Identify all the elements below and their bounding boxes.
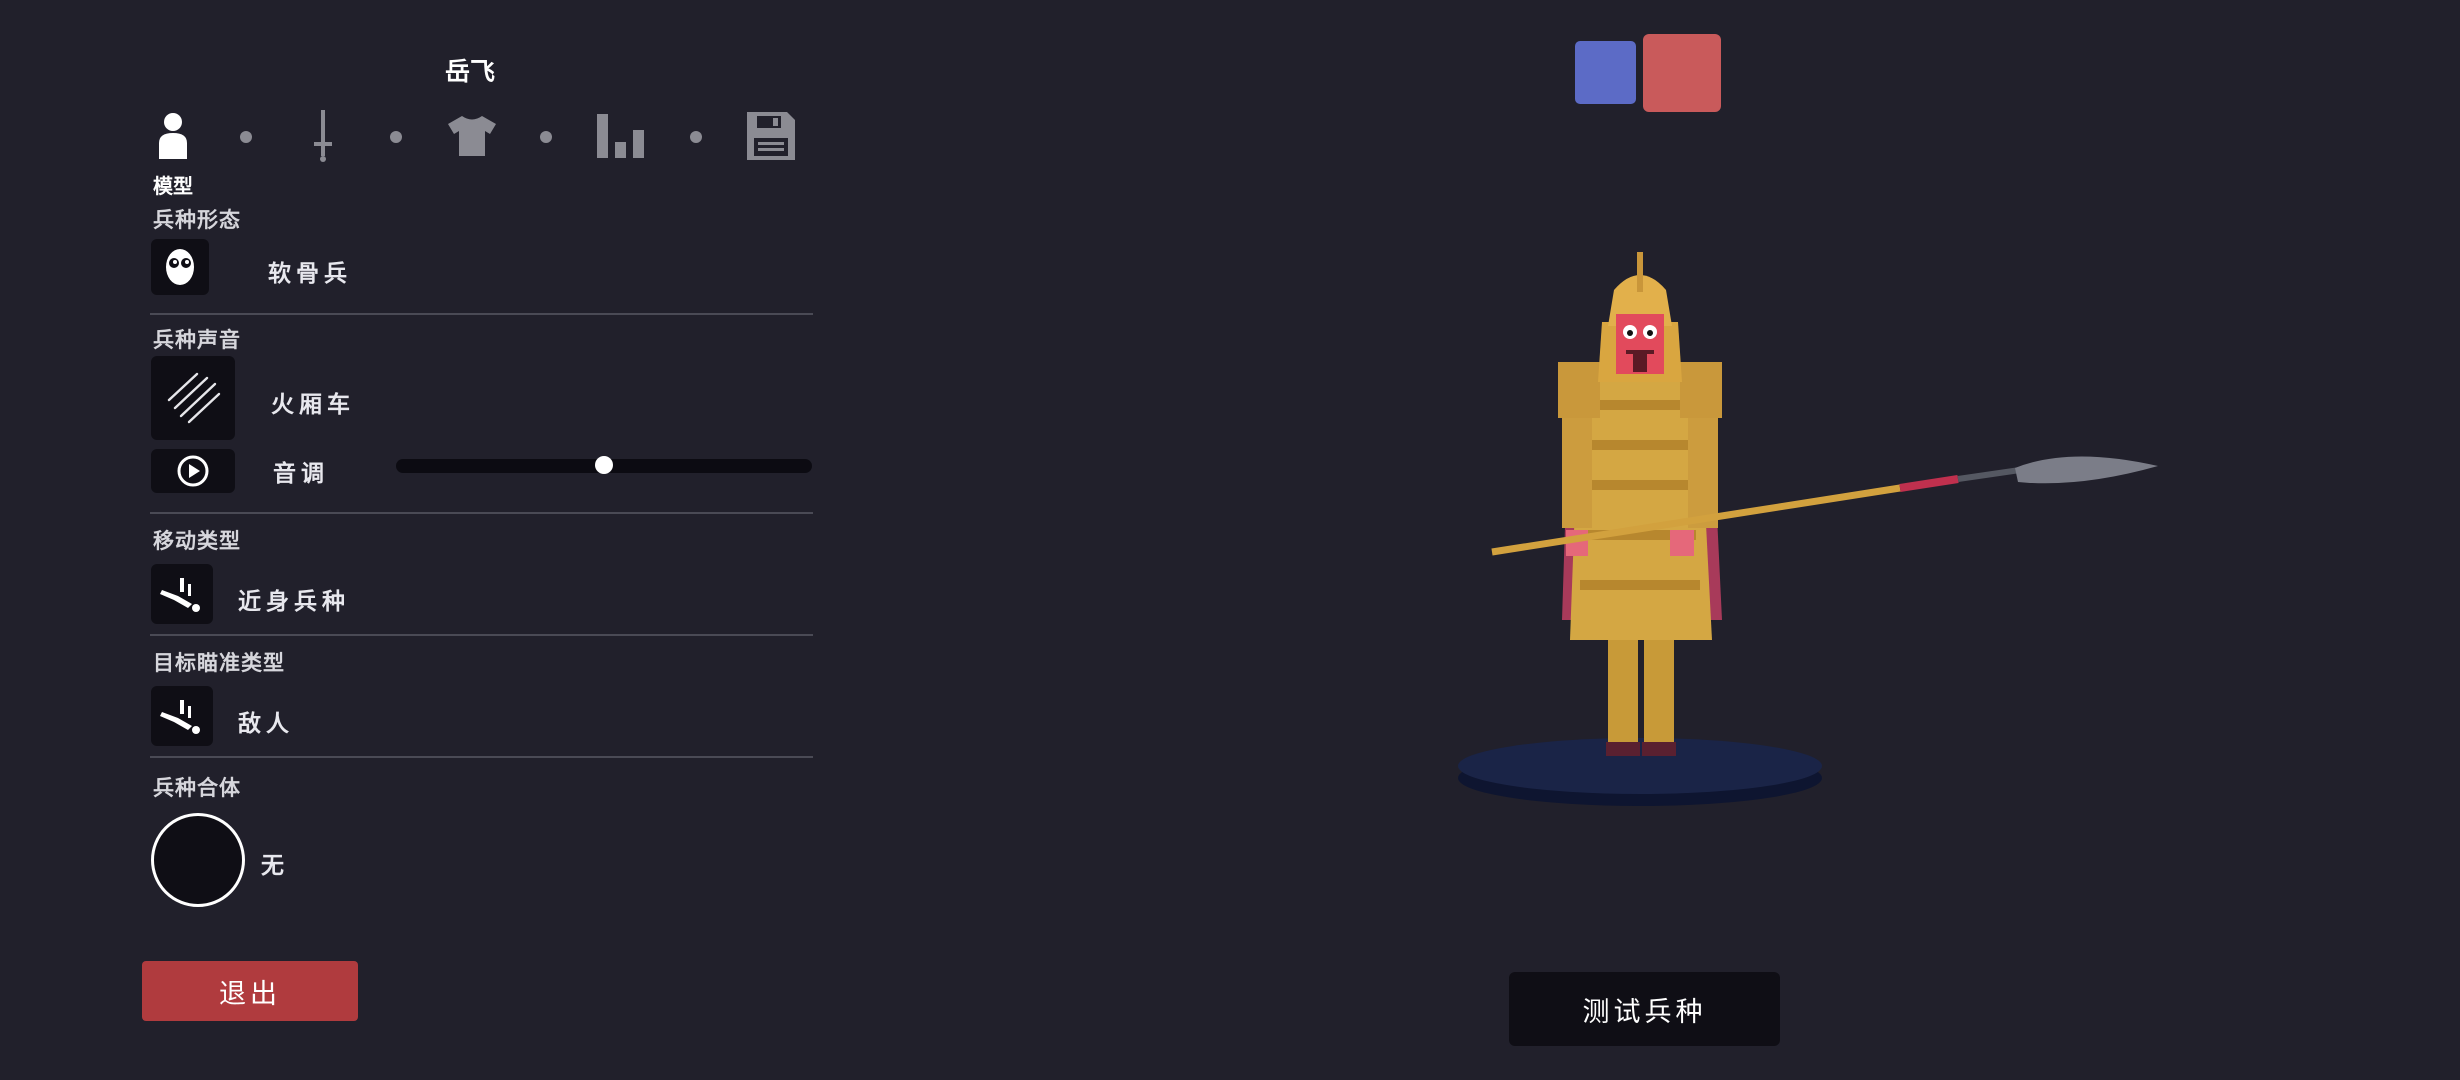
team-red-button[interactable] [1643, 34, 1721, 112]
step-clothing-tab[interactable] [444, 108, 500, 164]
divider [150, 512, 813, 514]
divider [150, 756, 813, 758]
divider [150, 313, 813, 315]
person-icon [159, 113, 187, 159]
pitch-label: 音调 [273, 461, 329, 487]
arrows-icon [167, 372, 221, 424]
body-type-button[interactable] [151, 239, 209, 295]
melee-fighter-icon [160, 578, 200, 612]
step-weapon-tab[interactable] [295, 108, 351, 164]
unit-name-title: 岳飞 [445, 57, 496, 86]
targeting-label: 目标瞄准类型 [153, 651, 285, 675]
face-icon [166, 249, 194, 285]
body-type-label: 兵种形态 [153, 208, 241, 232]
movement-button[interactable] [151, 564, 213, 624]
targeting-value: 敌人 [238, 711, 294, 737]
pitch-slider-handle[interactable] [595, 456, 613, 474]
target-enemy-icon [160, 700, 200, 734]
step-dot [240, 131, 252, 143]
test-unit-button[interactable]: 测试兵种 [1509, 972, 1780, 1046]
unit-model-illustration [1458, 252, 2158, 806]
shirt-icon [448, 116, 496, 156]
body-type-value: 软骨兵 [268, 261, 352, 287]
play-pitch-button[interactable] [151, 449, 235, 493]
sword-icon [314, 110, 332, 162]
bar-chart-icon [597, 114, 644, 158]
step-label-model: 模型 [153, 174, 193, 198]
voice-button[interactable] [151, 356, 235, 440]
combine-value: 无 [261, 853, 289, 879]
step-save-tab[interactable] [743, 108, 799, 164]
step-model-tab[interactable] [145, 108, 201, 164]
divider [150, 634, 813, 636]
save-icon [747, 112, 795, 160]
exit-button[interactable]: 退出 [142, 961, 358, 1021]
step-dot [390, 131, 402, 143]
voice-value: 火厢车 [271, 392, 355, 418]
movement-label: 移动类型 [153, 529, 241, 553]
step-dot [540, 131, 552, 143]
voice-label: 兵种声音 [153, 328, 241, 352]
combine-label: 兵种合体 [153, 776, 241, 800]
unit-preview[interactable] [1430, 230, 2180, 830]
movement-value: 近身兵种 [238, 589, 350, 615]
step-dot [690, 131, 702, 143]
targeting-button[interactable] [151, 686, 213, 746]
team-blue-button[interactable] [1575, 41, 1636, 104]
play-icon [177, 455, 209, 487]
combine-button[interactable] [151, 813, 245, 907]
step-stats-tab[interactable] [593, 108, 649, 164]
